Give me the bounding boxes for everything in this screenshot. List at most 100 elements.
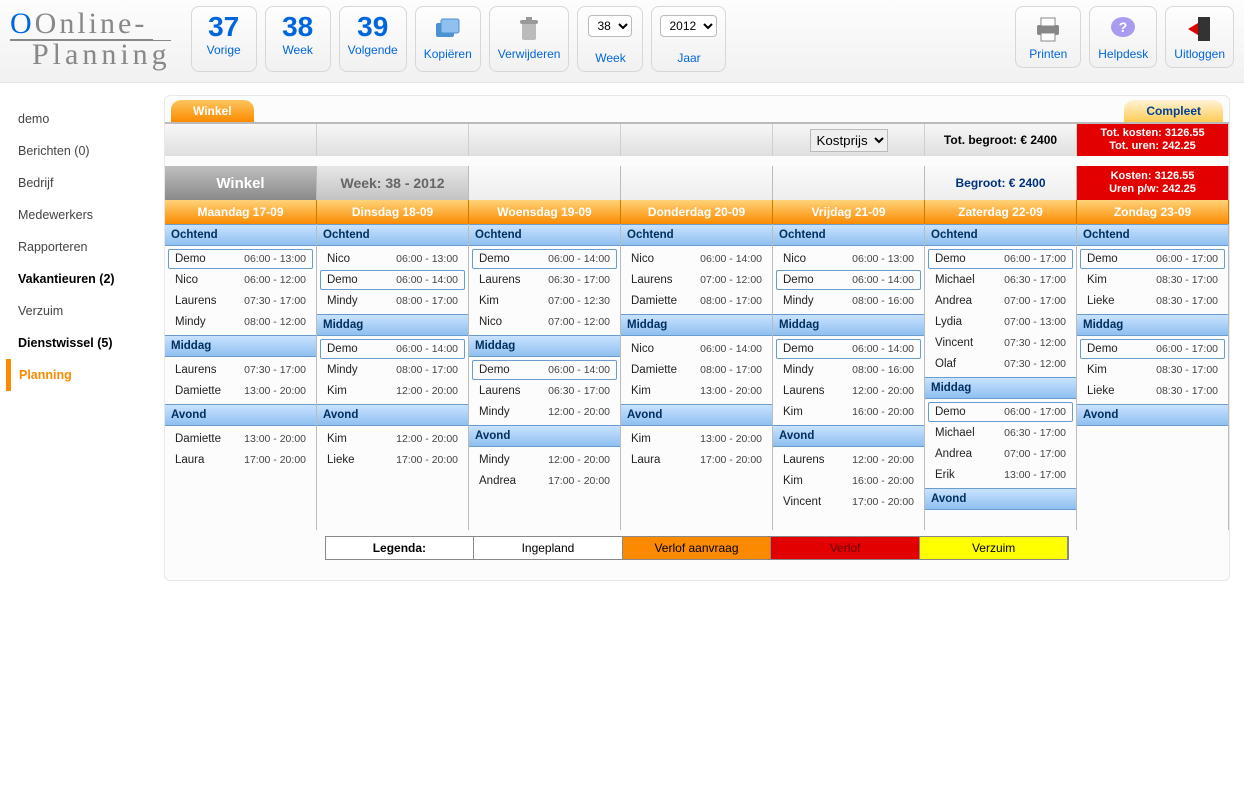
print-button[interactable]: Printen <box>1015 6 1081 68</box>
shift-entry[interactable]: Lieke17:00 - 20:00 <box>320 450 465 470</box>
shift-entry[interactable]: Mindy08:00 - 17:00 <box>320 291 465 311</box>
shift-entry[interactable]: Demo06:00 - 17:00 <box>1080 249 1225 269</box>
shift-entry[interactable]: Laurens06:30 - 17:00 <box>472 270 617 290</box>
shift-entry[interactable]: Nico07:00 - 12:00 <box>472 312 617 332</box>
shift-entry[interactable]: Mindy08:00 - 17:00 <box>320 360 465 380</box>
shift-entry[interactable]: Laurens07:00 - 12:00 <box>624 270 769 290</box>
shift-entry[interactable]: Olaf07:30 - 12:00 <box>928 354 1073 374</box>
period-header: Ochtend <box>317 224 468 246</box>
shift-entry[interactable]: Vincent07:30 - 12:00 <box>928 333 1073 353</box>
shift-entry[interactable]: Demo06:00 - 17:00 <box>1080 339 1225 359</box>
sidebar-item[interactable]: Bedrijf <box>18 167 150 199</box>
shift-entry[interactable]: Kim08:30 - 17:00 <box>1080 360 1225 380</box>
year-selector: 2012 Jaar <box>651 6 726 72</box>
week-select[interactable]: 38 <box>588 15 632 37</box>
shift-entry[interactable]: Laurens12:00 - 20:00 <box>776 381 921 401</box>
shift-entry[interactable]: Lydia07:00 - 13:00 <box>928 312 1073 332</box>
shift-entry[interactable]: Kim08:30 - 17:00 <box>1080 270 1225 290</box>
sidebar-item[interactable]: Verzuim <box>18 295 150 327</box>
folder-copy-icon <box>432 13 464 45</box>
shift-list: Damiette13:00 - 20:00Laura17:00 - 20:00 <box>165 426 316 473</box>
shift-entry[interactable]: Kim16:00 - 20:00 <box>776 402 921 422</box>
header-begroot: Begroot: € 2400 <box>925 166 1077 200</box>
shift-entry[interactable]: Demo06:00 - 14:00 <box>472 249 617 269</box>
shift-entry[interactable]: Demo06:00 - 17:00 <box>928 249 1073 269</box>
shift-entry[interactable]: Mindy12:00 - 20:00 <box>472 450 617 470</box>
shift-list: Demo06:00 - 14:00Mindy08:00 - 16:00Laure… <box>773 336 924 425</box>
shift-entry[interactable]: Mindy12:00 - 20:00 <box>472 402 617 422</box>
printer-icon <box>1032 13 1064 45</box>
prev-week-button[interactable]: 37 Vorige <box>191 6 257 72</box>
shift-entry[interactable]: Lieke08:30 - 17:00 <box>1080 291 1225 311</box>
shift-entry[interactable]: Mindy08:00 - 16:00 <box>776 291 921 311</box>
shift-entry[interactable]: Demo06:00 - 13:00 <box>168 249 313 269</box>
shift-entry[interactable]: Laurens12:00 - 20:00 <box>776 450 921 470</box>
sidebar-item[interactable]: Planning <box>6 359 150 391</box>
current-week-button[interactable]: 38 Week <box>265 6 331 72</box>
shift-entry[interactable]: Demo06:00 - 14:00 <box>472 360 617 380</box>
help-icon: ? <box>1107 13 1139 45</box>
sidebar-item[interactable]: Berichten (0) <box>18 135 150 167</box>
delete-button[interactable]: Verwijderen <box>489 6 570 72</box>
header-kosten: Kosten: 3126.55 Uren p/w: 242.25 <box>1077 166 1229 200</box>
period-header: Avond <box>1077 404 1228 426</box>
shift-entry[interactable]: Demo06:00 - 17:00 <box>928 402 1073 422</box>
tab-compleet[interactable]: Compleet <box>1124 100 1223 122</box>
shift-entry[interactable]: Demo06:00 - 14:00 <box>776 270 921 290</box>
shift-entry[interactable]: Damiette08:00 - 17:00 <box>624 291 769 311</box>
shift-entry[interactable]: Damiette13:00 - 20:00 <box>168 381 313 401</box>
shift-entry[interactable]: Demo06:00 - 14:00 <box>776 339 921 359</box>
sidebar-item[interactable]: Rapporteren <box>18 231 150 263</box>
shift-entry[interactable]: Nico06:00 - 13:00 <box>320 249 465 269</box>
shift-list: Demo06:00 - 17:00Michael06:30 - 17:00And… <box>925 399 1076 488</box>
period-header: Middag <box>925 377 1076 399</box>
day-header: Maandag 17-09 <box>165 200 317 224</box>
shift-entry[interactable]: Andrea07:00 - 17:00 <box>928 291 1073 311</box>
shift-entry[interactable]: Mindy08:00 - 12:00 <box>168 312 313 332</box>
kostprijs-select[interactable]: Kostprijs <box>810 129 888 152</box>
sidebar-item[interactable]: Vakantieuren (2) <box>18 263 150 295</box>
shift-entry[interactable]: Michael06:30 - 17:00 <box>928 270 1073 290</box>
sidebar-item[interactable]: Medewerkers <box>18 199 150 231</box>
year-select[interactable]: 2012 <box>660 15 717 37</box>
shift-entry[interactable]: Andrea07:00 - 17:00 <box>928 444 1073 464</box>
shift-entry[interactable]: Damiette13:00 - 20:00 <box>168 429 313 449</box>
legend-verzuim: Verzuim <box>920 537 1069 559</box>
shift-entry[interactable]: Laura17:00 - 20:00 <box>168 450 313 470</box>
logout-button[interactable]: Uitloggen <box>1165 6 1234 68</box>
shift-entry[interactable]: Michael06:30 - 17:00 <box>928 423 1073 443</box>
period-header: Avond <box>773 425 924 447</box>
shift-entry[interactable]: Kim07:00 - 12:30 <box>472 291 617 311</box>
copy-button[interactable]: Kopiëren <box>415 6 481 72</box>
shift-entry[interactable]: Kim16:00 - 20:00 <box>776 471 921 491</box>
next-week-button[interactable]: 39 Volgende <box>339 6 407 72</box>
shift-entry[interactable]: Erik13:00 - 17:00 <box>928 465 1073 485</box>
shift-entry[interactable]: Mindy08:00 - 16:00 <box>776 360 921 380</box>
tot-begroot: Tot. begroot: € 2400 <box>925 124 1077 156</box>
sidebar-item[interactable]: demo <box>18 103 150 135</box>
shift-entry[interactable]: Demo06:00 - 14:00 <box>320 339 465 359</box>
shift-list: Laurens07:30 - 17:00Damiette13:00 - 20:0… <box>165 357 316 404</box>
shift-entry[interactable]: Lieke08:30 - 17:00 <box>1080 381 1225 401</box>
shift-entry[interactable]: Laurens06:30 - 17:00 <box>472 381 617 401</box>
shift-entry[interactable]: Nico06:00 - 14:00 <box>624 249 769 269</box>
sidebar-item[interactable]: Dienstwissel (5) <box>18 327 150 359</box>
shift-entry[interactable]: Nico06:00 - 13:00 <box>776 249 921 269</box>
shift-entry[interactable]: Kim13:00 - 20:00 <box>624 381 769 401</box>
shift-entry[interactable]: Damiette08:00 - 17:00 <box>624 360 769 380</box>
shift-entry[interactable]: Kim13:00 - 20:00 <box>624 429 769 449</box>
shift-entry[interactable]: Andrea17:00 - 20:00 <box>472 471 617 491</box>
shift-entry[interactable]: Laura17:00 - 20:00 <box>624 450 769 470</box>
shift-entry[interactable]: Vincent17:00 - 20:00 <box>776 492 921 512</box>
shift-entry[interactable]: Nico06:00 - 12:00 <box>168 270 313 290</box>
tab-winkel[interactable]: Winkel <box>171 100 254 122</box>
shift-entry[interactable]: Laurens07:30 - 17:00 <box>168 291 313 311</box>
shift-entry[interactable]: Laurens07:30 - 17:00 <box>168 360 313 380</box>
shift-entry[interactable]: Kim12:00 - 20:00 <box>320 381 465 401</box>
day-header: Woensdag 19-09 <box>469 200 621 224</box>
shift-entry[interactable]: Nico06:00 - 14:00 <box>624 339 769 359</box>
shift-entry[interactable]: Kim12:00 - 20:00 <box>320 429 465 449</box>
day-column: OchtendNico06:00 - 13:00Demo06:00 - 14:0… <box>773 224 925 530</box>
helpdesk-button[interactable]: ? Helpdesk <box>1089 6 1157 68</box>
shift-entry[interactable]: Demo06:00 - 14:00 <box>320 270 465 290</box>
